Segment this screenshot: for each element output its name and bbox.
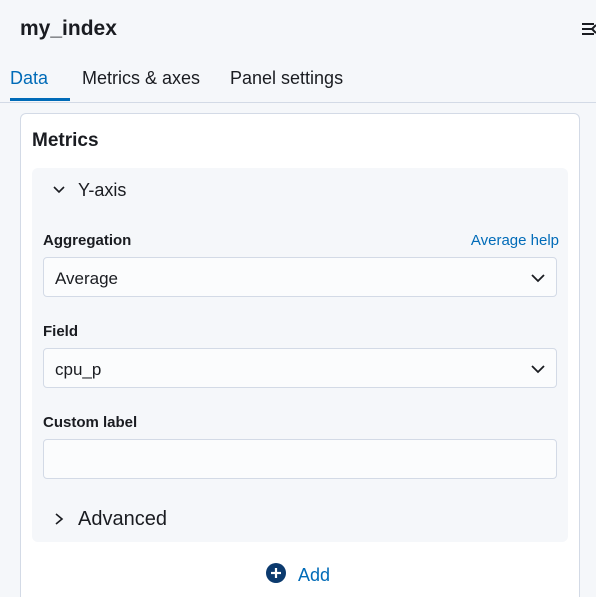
tab-metrics-axes[interactable]: Metrics & axes [82, 68, 200, 89]
chevron-down-icon [530, 271, 546, 290]
add-label: Add [298, 565, 331, 585]
index-pattern-title: my_index [20, 17, 117, 40]
tab-panel-settings[interactable]: Panel settings [230, 68, 343, 89]
yaxis-label: Y-axis [78, 179, 127, 200]
chevron-down-icon [530, 362, 546, 381]
aggregation-select[interactable]: Average [43, 257, 557, 297]
average-help-link[interactable]: Average help [471, 232, 559, 249]
metrics-panel: Metrics Y-axis Aggregation Average help … [20, 113, 580, 597]
field-label: Field [43, 323, 79, 340]
visualize-editor-sidebar: my_index Data Metrics & axes Panel setti… [0, 0, 596, 597]
advanced-label: Advanced [78, 507, 167, 530]
tab-data[interactable]: Data [10, 68, 48, 89]
field-value: cpu_p [55, 360, 102, 379]
aggregation-label: Aggregation [43, 232, 132, 249]
custom-label-input[interactable] [43, 439, 557, 479]
aggregation-value: Average [55, 269, 119, 288]
field-select[interactable]: cpu_p [43, 348, 557, 388]
advanced-toggle-button[interactable]: Advanced [52, 506, 167, 532]
chevron-down-icon [52, 183, 66, 197]
active-tab-indicator [10, 98, 70, 101]
editor-tabs: Data Metrics & axes Panel settings [0, 60, 596, 103]
sidebar-header: my_index [0, 0, 596, 60]
yaxis-toggle-button[interactable]: Y-axis [52, 178, 126, 202]
menu-collapse-icon[interactable] [582, 20, 596, 38]
metrics-title: Metrics [32, 130, 99, 151]
custom-label-label: Custom label [43, 414, 138, 431]
plus-in-circle-icon [266, 563, 286, 588]
yaxis-accordion: Y-axis Aggregation Average help Average … [32, 168, 568, 542]
chevron-right-icon [52, 512, 66, 526]
add-metric-button[interactable]: Add [266, 563, 330, 588]
